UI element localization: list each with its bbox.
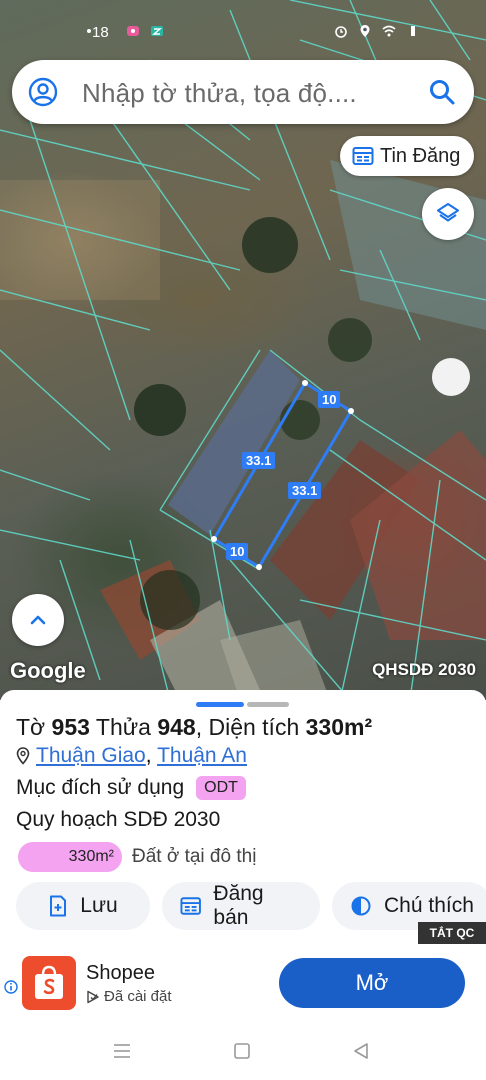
post-sale-button[interactable]: Đăng bán [162,882,320,930]
menu-icon[interactable] [112,1042,132,1060]
search-input[interactable]: Nhập tờ thửa, tọa độ.... [82,78,357,109]
layers-button[interactable] [422,188,474,240]
system-navigation-bar [0,1024,486,1080]
purpose-code-badge: ODT [196,776,246,800]
contrast-icon [351,896,371,916]
post-sale-button-label: Đăng bán [213,882,264,929]
status-bar: 18 [0,0,486,46]
ad-banner[interactable]: Shopee Đã cài đặt Mở [0,956,486,1024]
plot-dimension-top: 10 [318,391,341,408]
plot-label: Thửa [95,714,151,740]
location-pin-icon [16,747,30,765]
district-link[interactable]: Thuận An [157,744,247,767]
ad-install-status-label: Đã cài đặt [104,988,172,1005]
save-button-label: Lưu [80,894,118,917]
close-ad-button[interactable]: TẮT QC [418,922,486,944]
listing-icon [180,897,201,915]
listing-icon [352,147,374,165]
land-purpose-row: Mục đích sử dụng ODT [16,776,246,800]
search-bar[interactable]: Nhập tờ thửa, tọa độ.... [12,60,474,124]
alarm-icon [335,26,347,38]
land-use-area-badge: 330m² [18,842,122,872]
plot-dimension-right: 33.1 [288,482,322,499]
status-app-icons [126,24,164,38]
planning-layer-label: QHSDĐ 2030 [372,660,476,679]
save-button[interactable]: Lưu [16,882,150,930]
plot-dimension-bottom: 10 [226,543,249,560]
ad-app-name: Shopee [86,962,155,984]
app-notification-icon-2 [151,26,163,36]
ward-link[interactable]: Thuận Giao [36,744,146,767]
google-logo: Google [10,658,86,683]
purpose-label: Mục đích sử dụng [16,776,185,799]
legend-button-label: Chú thích [384,894,474,917]
location-separator: , [145,744,152,767]
wifi-icon [382,25,396,37]
search-icon[interactable] [428,78,456,106]
sheet-page-indicator[interactable] [247,702,289,707]
status-time: 18 [92,24,109,41]
shopee-logo [22,956,76,1010]
map-view[interactable]: 10 33.1 33.1 10 18 Nhập tờ thửa, tọa độ.… [0,0,486,700]
land-use-description: Đất ở tại đô thị [132,846,257,867]
listings-button-label: Tin Đăng [380,144,461,167]
battery-icon [411,26,415,36]
planning-title: Quy hoạch SDĐ 2030 [16,808,221,831]
title-separator: , [195,714,203,740]
sheet-page-indicator-active[interactable] [196,702,244,707]
area-value: 330m² [305,714,373,740]
home-icon[interactable] [233,1042,251,1060]
app-notification-icon [127,26,139,36]
account-icon[interactable] [28,77,58,107]
status-right-icons [334,24,420,38]
location-icon [360,25,370,37]
chevron-up-icon [30,615,46,625]
ad-install-status: Đã cài đặt [86,988,172,1005]
shopping-bag-icon [35,965,63,999]
listings-button[interactable]: Tin Đăng [340,136,474,176]
action-buttons: Lưu Đăng bán Chú thích [16,882,486,930]
land-use-row: 330m² Đất ở tại đô thị [18,842,256,872]
expand-sheet-button[interactable] [12,594,64,646]
layers-icon [437,203,459,222]
ad-info-icon[interactable] [4,980,18,994]
sheet-number: 953 [51,714,90,740]
plot-number: 948 [157,714,196,740]
area-label: Diện tích [208,714,300,740]
back-icon[interactable] [352,1042,370,1060]
plot-dimension-left: 33.1 [242,452,276,469]
bookmark-add-icon [50,895,67,917]
my-location-button[interactable] [432,358,470,396]
play-store-icon [87,990,99,1003]
parcel-location: Thuận Giao, Thuận An [16,744,247,768]
open-app-button[interactable]: Mở [279,958,465,1008]
sheet-label: Tờ [16,714,46,740]
parcel-title: Tờ 953 Thửa 948, Diện tích 330m² [16,714,372,741]
